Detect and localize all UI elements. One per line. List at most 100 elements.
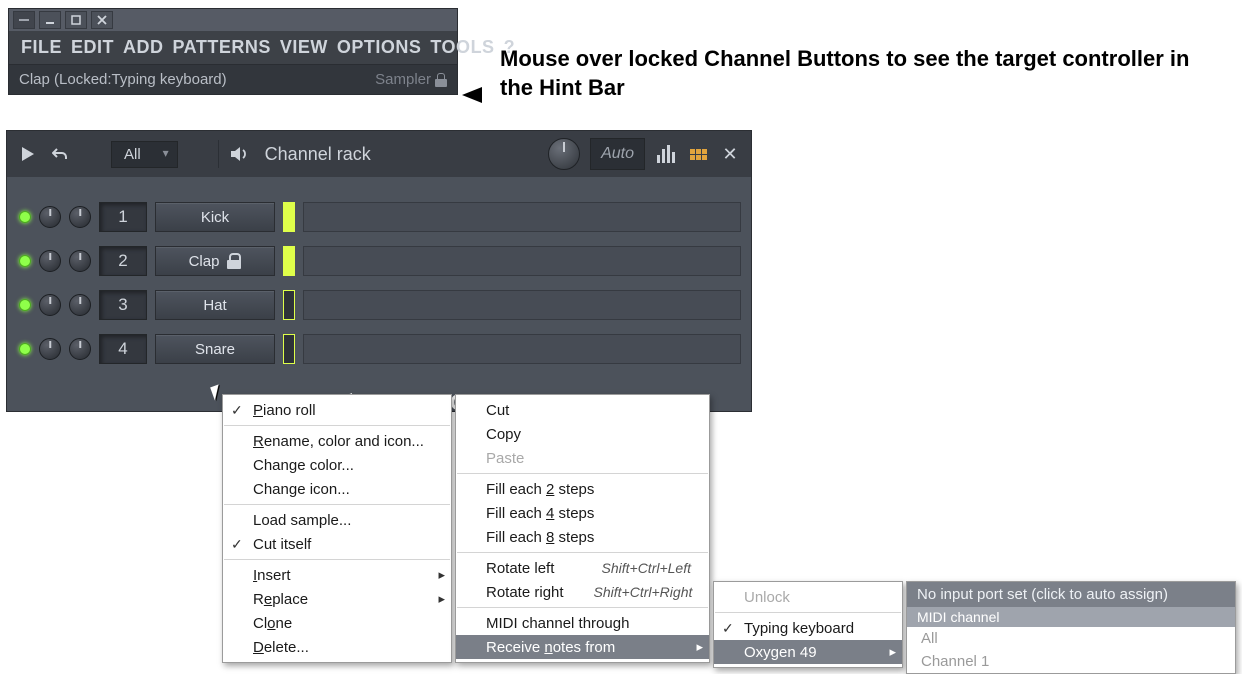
menu-label: Rotate left (486, 560, 554, 577)
group-dropdown[interactable]: All (111, 141, 178, 168)
menu-fill-8[interactable]: Fill each 8 steps (456, 525, 709, 549)
channel-row-hat: 3 Hat (19, 283, 741, 327)
menu-typing-keyboard[interactable]: Typing keyboard (714, 616, 902, 640)
menu-unlock: Unlock (714, 585, 902, 609)
menu-delete[interactable]: Delete... (223, 635, 451, 659)
step-lane[interactable] (303, 202, 741, 232)
menu-view[interactable]: VIEW (280, 37, 328, 58)
menu-replace[interactable]: Replace (223, 587, 451, 611)
channel-vol-knob[interactable] (69, 206, 91, 228)
graph-editor-icon[interactable] (655, 143, 677, 165)
menu-file[interactable]: FILE (21, 37, 62, 58)
channel-mute-led[interactable] (19, 255, 31, 267)
speaker-icon[interactable] (229, 143, 251, 165)
channel-button-kick[interactable]: Kick (155, 202, 275, 232)
channel-mute-led[interactable] (19, 211, 31, 223)
midi-group-label: MIDI channel (907, 607, 1235, 627)
lock-icon (435, 73, 447, 87)
channel-rack-title: Channel rack (265, 144, 371, 165)
menu-fill-4[interactable]: Fill each 4 steps (456, 501, 709, 525)
step-grid-icon[interactable] (687, 143, 709, 165)
receive-notes-submenu: Unlock Typing keyboard Oxygen 49 (713, 581, 903, 668)
menu-insert[interactable]: Insert (223, 563, 451, 587)
channel-rack-body: 1 Kick 2 Clap 3 Hat (7, 177, 751, 371)
menu-rename[interactable]: Rename, color and icon... (223, 429, 451, 453)
channel-vol-knob[interactable] (69, 250, 91, 272)
menu-midi-channel-1[interactable]: Channel 1 (907, 650, 1235, 673)
menu-midi-through[interactable]: MIDI channel through (456, 611, 709, 635)
channel-mute-led[interactable] (19, 343, 31, 355)
titlebar[interactable] (9, 9, 457, 31)
channel-row-clap: 2 Clap (19, 239, 741, 283)
channel-pan-knob[interactable] (39, 294, 61, 316)
channel-number[interactable]: 1 (99, 202, 147, 232)
menu-shortcut: Shift+Ctrl+Right (594, 584, 693, 600)
channel-pan-knob[interactable] (39, 250, 61, 272)
close-rack-button[interactable]: ✕ (719, 143, 741, 165)
channel-pan-knob[interactable] (39, 338, 61, 360)
menu-separator (457, 552, 708, 553)
close-button[interactable] (91, 11, 113, 29)
channel-submenu: Cut Copy Paste Fill each 2 steps Fill ea… (455, 394, 710, 663)
minimize-button[interactable] (39, 11, 61, 29)
menu-add[interactable]: ADD (123, 37, 164, 58)
menu-rotate-left[interactable]: Rotate left Shift+Ctrl+Left (456, 556, 709, 580)
channel-label: Hat (203, 297, 226, 314)
menu-fill-2[interactable]: Fill each 2 steps (456, 477, 709, 501)
channel-rack-window: All Channel rack Auto ✕ 1 Kick 2 (6, 130, 752, 412)
menu-cut[interactable]: Cut (456, 398, 709, 422)
menu-edit[interactable]: EDIT (71, 37, 114, 58)
menu-midi-all[interactable]: All (907, 627, 1235, 650)
channel-activity-slot[interactable] (283, 246, 295, 276)
system-menu-icon[interactable] (13, 11, 35, 29)
hint-plugin-label: Sampler (375, 71, 431, 88)
menu-oxygen-49[interactable]: Oxygen 49 (714, 640, 902, 664)
swing-knob[interactable] (548, 138, 580, 170)
maximize-button[interactable] (65, 11, 87, 29)
play-button[interactable] (17, 143, 39, 165)
channel-rack-header: All Channel rack Auto ✕ (7, 131, 751, 177)
channel-number[interactable]: 4 (99, 334, 147, 364)
menu-cut-itself[interactable]: Cut itself (223, 532, 451, 556)
fl-main-window: FILE EDIT ADD PATTERNS VIEW OPTIONS TOOL… (8, 8, 458, 95)
channel-number[interactable]: 3 (99, 290, 147, 320)
channel-activity-slot[interactable] (283, 290, 295, 320)
midi-port-header[interactable]: No input port set (click to auto assign) (907, 582, 1235, 607)
channel-activity-slot[interactable] (283, 334, 295, 364)
annotation-hintbar: Mouse over locked Channel Buttons to see… (500, 45, 1200, 102)
channel-button-snare[interactable]: Snare (155, 334, 275, 364)
menu-clone[interactable]: Clone (223, 611, 451, 635)
divider (218, 140, 219, 168)
menu-piano-roll[interactable]: Piano roll (223, 398, 451, 422)
menu-copy[interactable]: Copy (456, 422, 709, 446)
channel-vol-knob[interactable] (69, 338, 91, 360)
menu-load-sample[interactable]: Load sample... (223, 508, 451, 532)
menu-change-icon[interactable]: Change icon... (223, 477, 451, 501)
menu-change-color[interactable]: Change color... (223, 453, 451, 477)
channel-number[interactable]: 2 (99, 246, 147, 276)
menu-shortcut: Shift+Ctrl+Left (602, 560, 692, 576)
menu-paste: Paste (456, 446, 709, 470)
menu-receive-notes[interactable]: Receive notes from (456, 635, 709, 659)
undo-button[interactable] (49, 143, 71, 165)
menu-options[interactable]: OPTIONS (337, 37, 422, 58)
menu-tools[interactable]: TOOLS (430, 37, 494, 58)
menu-separator (224, 559, 450, 560)
channel-row-snare: 4 Snare (19, 327, 741, 371)
channel-pan-knob[interactable] (39, 206, 61, 228)
menu-rotate-right[interactable]: Rotate rightShift+Ctrl+Right (456, 580, 709, 604)
auto-button[interactable]: Auto (590, 138, 645, 170)
channel-label: Kick (201, 209, 229, 226)
step-lane[interactable] (303, 290, 741, 320)
channel-label: Clap (189, 253, 220, 270)
channel-button-hat[interactable]: Hat (155, 290, 275, 320)
channel-button-clap[interactable]: Clap (155, 246, 275, 276)
lock-icon (227, 253, 241, 269)
step-lane[interactable] (303, 246, 741, 276)
hint-text: Clap (Locked:Typing keyboard) (19, 71, 227, 88)
channel-vol-knob[interactable] (69, 294, 91, 316)
channel-activity-slot[interactable] (283, 202, 295, 232)
channel-mute-led[interactable] (19, 299, 31, 311)
menu-patterns[interactable]: PATTERNS (173, 37, 271, 58)
step-lane[interactable] (303, 334, 741, 364)
